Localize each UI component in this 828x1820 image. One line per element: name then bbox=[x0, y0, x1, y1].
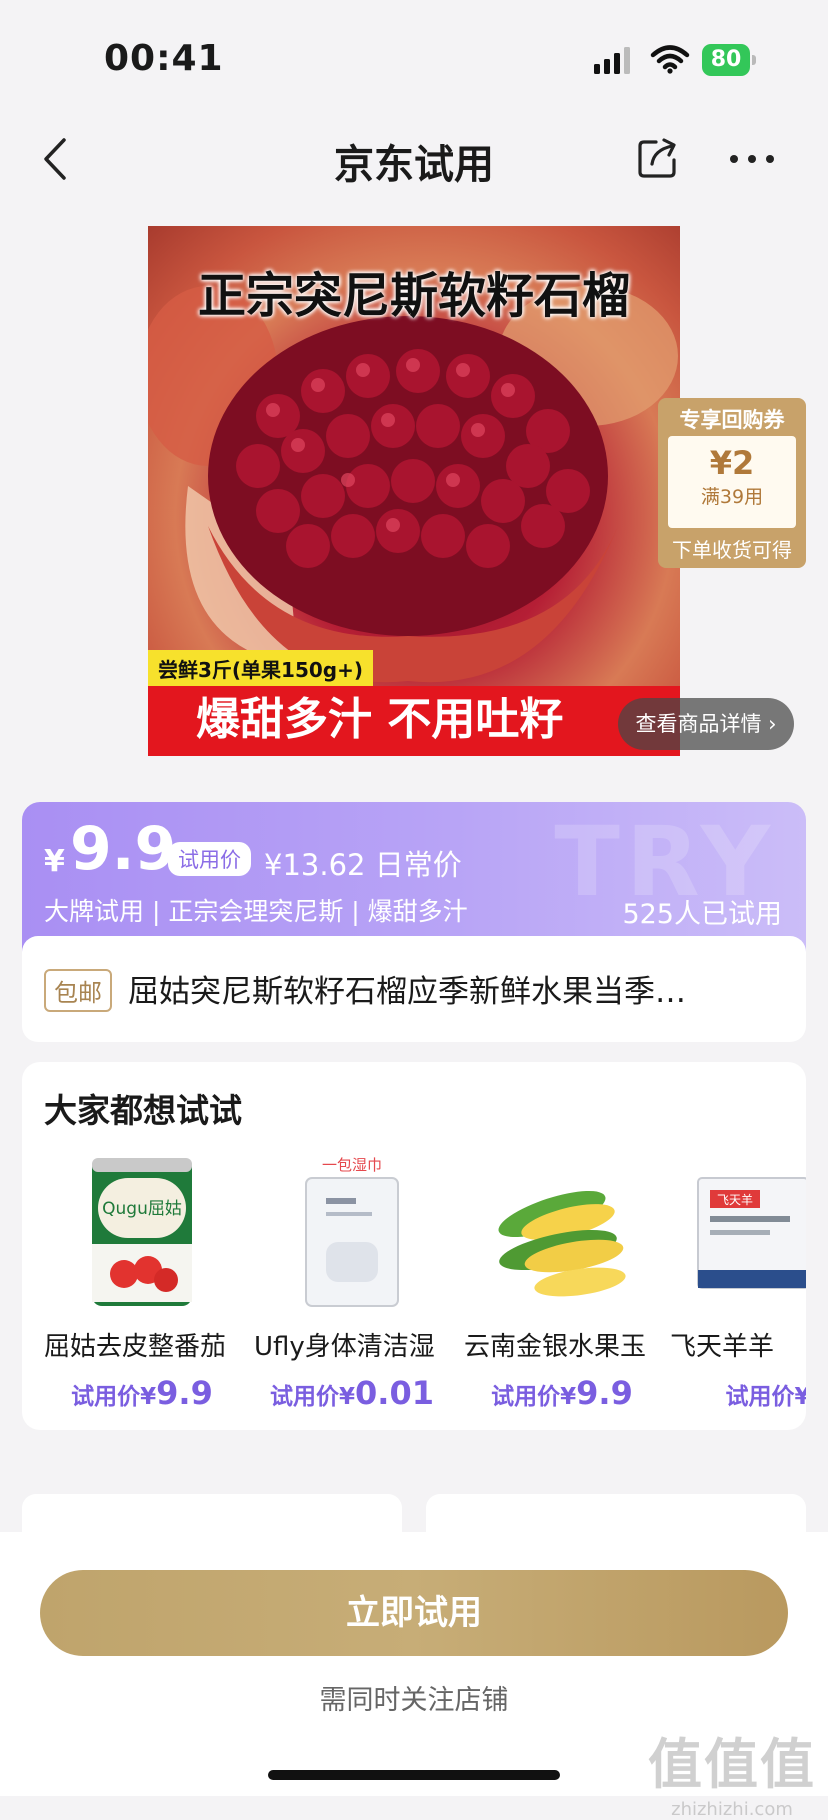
price-card: TRY ¥ 9.9 试用价 ¥13.62 日常价 大牌试用 | 正宗会理突尼斯 … bbox=[22, 802, 806, 952]
status-time: 00:41 bbox=[104, 38, 224, 79]
status-bar: 00:41 80 bbox=[0, 0, 828, 120]
svg-text:Qugu屈姑: Qugu屈姑 bbox=[102, 1199, 182, 1219]
watermark-url: zhizhizhi.com bbox=[671, 1799, 793, 1820]
battery-icon: 80 bbox=[702, 44, 756, 76]
coupon-body: ¥2 满39用 bbox=[668, 436, 796, 528]
coupon-amount: ¥2 bbox=[709, 444, 755, 482]
recommendation-item-price: 试用价¥9.9 bbox=[491, 1374, 633, 1412]
share-icon[interactable] bbox=[636, 136, 680, 180]
price-currency-symbol: ¥ bbox=[44, 844, 65, 879]
product-info-card[interactable]: 包邮 屈姑突尼斯软籽石榴应季新鲜水果当季… bbox=[22, 936, 806, 1042]
page-title: 京东试用 bbox=[334, 142, 494, 188]
wet-wipes-thumbnail: 一包湿巾 bbox=[305, 1156, 399, 1307]
tried-count: 525人已试用 bbox=[622, 899, 782, 930]
recommendation-item-name: 屈姑去皮整番茄 bbox=[44, 1332, 227, 1362]
home-indicator[interactable] bbox=[268, 1770, 560, 1780]
hero-slogan-banner: 爆甜多汁 不用吐籽 bbox=[148, 686, 680, 756]
recommendation-item[interactable]: Qugu屈姑 屈姑去皮整番茄 试用价¥9.9 bbox=[44, 1146, 240, 1416]
recommendation-item-price: 试用价¥ bbox=[725, 1384, 806, 1410]
product-tags: 大牌试用 | 正宗会理突尼斯 | 爆甜多汁 bbox=[44, 897, 468, 926]
corn-thumbnail bbox=[498, 1190, 626, 1297]
more-options-icon[interactable] bbox=[728, 152, 776, 166]
bottom-action-bar: 立即试用 需同时关注店铺 值值值 zhizhizhi.com bbox=[0, 1532, 828, 1820]
product-title: 屈姑突尼斯软籽石榴应季新鲜水果当季… bbox=[128, 974, 686, 1010]
hero-title: 正宗突尼斯软籽石榴 bbox=[197, 268, 630, 324]
navigation-bar: 京东试用 bbox=[0, 120, 828, 200]
wifi-icon bbox=[650, 45, 690, 74]
recommendation-item-name: 飞天羊羊 bbox=[670, 1332, 775, 1362]
follow-store-note: 需同时关注店铺 bbox=[319, 1685, 509, 1716]
svg-text:一包湿巾: 一包湿巾 bbox=[322, 1156, 382, 1174]
free-shipping-badge: 包邮 bbox=[44, 969, 112, 1012]
recommendation-item-price: 试用价¥9.9 bbox=[71, 1374, 213, 1412]
cellular-signal-icon bbox=[594, 47, 630, 74]
recommendation-item-name: Ufly身体清洁湿 bbox=[254, 1332, 435, 1362]
coupon-condition: 满39用 bbox=[700, 486, 764, 508]
watermark-logo: 值值值 bbox=[648, 1733, 816, 1796]
recommendation-item-name: 云南金银水果玉 bbox=[464, 1332, 647, 1362]
battery-level: 80 bbox=[702, 44, 750, 76]
recommendation-item-price: 试用价¥0.01 bbox=[270, 1374, 434, 1412]
view-product-details-button[interactable]: 查看商品详情 › bbox=[618, 698, 794, 750]
hero-weight-tag: 尝鲜3斤(单果150g+) bbox=[148, 650, 374, 687]
repurchase-coupon[interactable]: 专享回购券 ¥2 满39用 下单收货可得 bbox=[658, 398, 806, 568]
trial-price: 9.9 bbox=[70, 814, 177, 884]
coupon-header: 专享回购券 bbox=[679, 408, 785, 432]
trial-price-badge: 试用价 bbox=[168, 842, 251, 876]
recommendation-item[interactable]: 一包湿巾 Ufly身体清洁湿 试用价¥0.01 bbox=[254, 1146, 450, 1416]
recommendation-section: 大家都想试试 Qugu屈姑 屈姑去皮整番茄 试用价¥9.9 一包湿巾 Ufly身… bbox=[22, 1062, 806, 1430]
recommendation-item[interactable]: 云南金银水果玉 试用价¥9.9 bbox=[464, 1146, 660, 1416]
recommendation-title: 大家都想试试 bbox=[44, 1091, 242, 1130]
battery-tip bbox=[752, 55, 756, 65]
product-hero-image[interactable]: 正宗突尼斯软籽石榴 尝鲜3斤(单果150g+) 爆甜多汁 不用吐籽 bbox=[148, 226, 680, 756]
site-watermark: 值值值 zhizhizhi.com bbox=[648, 1720, 816, 1820]
try-now-button[interactable]: 立即试用 bbox=[40, 1570, 788, 1656]
coupon-footer: 下单收货可得 bbox=[672, 538, 792, 562]
daily-price: ¥13.62 日常价 bbox=[264, 848, 462, 882]
recommendation-item[interactable]: 飞天羊 飞天羊羊 试用价¥ bbox=[670, 1146, 806, 1416]
canned-tomato-thumbnail: Qugu屈姑 bbox=[92, 1158, 192, 1306]
svg-text:飞天羊: 飞天羊 bbox=[717, 1192, 753, 1207]
dumpling-package-thumbnail: 飞天羊 bbox=[697, 1177, 806, 1289]
